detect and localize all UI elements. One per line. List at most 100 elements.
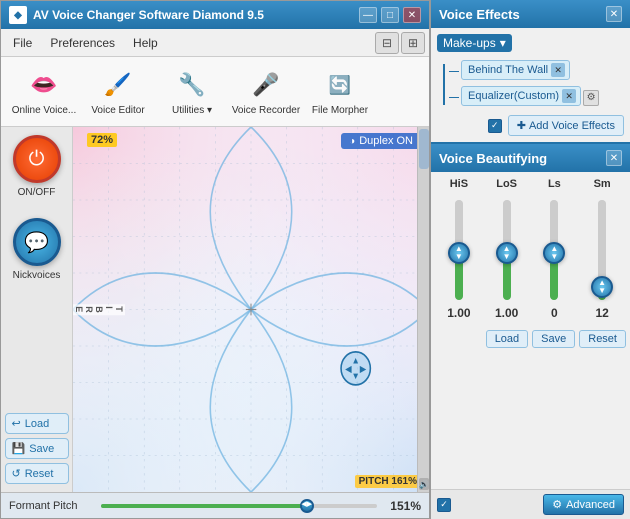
advanced-button[interactable]: ⚙ Advanced xyxy=(543,494,624,515)
vb-label-his: HiS xyxy=(450,178,468,190)
voice-effects-section: Make-ups ▾ Behind The Wall ✕ Equalizer(C… xyxy=(431,28,630,144)
effect-chip-row-1: Equalizer(Custom) ✕ ⚙ xyxy=(437,86,624,109)
voice-effects-title: Voice Effects xyxy=(439,7,606,22)
vb-save-button[interactable]: Save xyxy=(532,330,575,348)
morph-area: ▲ ▼ ◀ ▶ TIBRE 72% ◑ Duplex ON PITCH 161%… xyxy=(73,127,429,492)
toolbar-voice-recorder[interactable]: 🎤 Voice Recorder xyxy=(231,63,301,120)
vb-value-sm: 12 xyxy=(595,306,608,320)
formant-thumb[interactable]: ◀▶ xyxy=(300,499,314,513)
power-button[interactable]: ⏻ xyxy=(13,135,61,183)
morph-canvas[interactable]: ▲ ▼ ◀ ▶ xyxy=(73,127,429,492)
svg-text:▲: ▲ xyxy=(352,355,360,366)
maximize-button[interactable]: □ xyxy=(381,7,399,23)
toolbar-file-morpher[interactable]: 🔄 File Morpher xyxy=(305,63,375,120)
right-panel: Voice Effects ✕ Make-ups ▾ Behind The Wa… xyxy=(430,0,630,519)
menu-icon-group: ⊟ ⊞ xyxy=(375,32,425,54)
vb-label-ls: Ls xyxy=(548,178,561,190)
reset-icon: ↺ xyxy=(12,467,21,480)
voice-effects-close-button[interactable]: ✕ xyxy=(606,6,622,22)
svg-text:◀: ◀ xyxy=(345,363,352,374)
toolbar-voice-editor[interactable]: 🖌️ Voice Editor xyxy=(83,63,153,120)
menu-help[interactable]: Help xyxy=(125,33,166,53)
vb-close-button[interactable]: ✕ xyxy=(606,150,622,166)
tibre-percent: 72% xyxy=(87,133,117,147)
formant-thumb-icon: ◀▶ xyxy=(301,500,312,512)
vb-slider-ls: Ls ▲▼ 0 xyxy=(531,178,579,320)
vb-load-button[interactable]: Load xyxy=(486,330,528,348)
view-icon-1[interactable]: ⊟ xyxy=(375,32,399,54)
vb-label-los: LoS xyxy=(496,178,517,190)
nickvoices-button[interactable]: 💬 xyxy=(13,218,61,266)
effects-checkbox[interactable]: ✓ xyxy=(488,119,502,133)
dropdown-label: Make-ups xyxy=(443,36,496,50)
load-label: Load xyxy=(25,418,49,430)
vb-reset-button[interactable]: Reset xyxy=(579,330,626,348)
effect-chip-row-0: Behind The Wall ✕ xyxy=(437,60,624,83)
vb-thumb-arrows-los: ▲▼ xyxy=(503,245,511,261)
vb-thumb-arrows-ls: ▲▼ xyxy=(550,245,558,261)
file-morpher-icon: 🔄 xyxy=(322,67,358,103)
checkbox-wrap: ✓ xyxy=(488,119,502,133)
minimize-button[interactable]: — xyxy=(359,7,377,23)
vb-thumb-his[interactable]: ▲▼ xyxy=(448,242,470,264)
vb-thumb-ls[interactable]: ▲▼ xyxy=(543,242,565,264)
scroll-thumb[interactable] xyxy=(419,129,429,169)
voice-editor-icon: 🖌️ xyxy=(100,67,136,103)
vb-track-sm[interactable]: ▲▼ xyxy=(598,200,606,300)
effect-chip-settings-1[interactable]: ⚙ xyxy=(583,90,599,106)
toolbar-voice-editor-label: Voice Editor xyxy=(91,105,144,116)
view-icon-2[interactable]: ⊞ xyxy=(401,32,425,54)
make-ups-dropdown[interactable]: Make-ups ▾ xyxy=(437,34,512,52)
save-icon: 💾 xyxy=(12,442,26,455)
effect-chip-text-0: Behind The Wall xyxy=(468,64,548,76)
vb-action-row: Load Save Reset xyxy=(431,326,630,352)
effects-list: Behind The Wall ✕ Equalizer(Custom) ✕ ⚙ xyxy=(437,58,624,111)
vb-track-los[interactable]: ▲▼ xyxy=(503,200,511,300)
dropdown-arrow-icon: ▾ xyxy=(500,36,506,50)
vb-slider-sm: Sm ▲▼ 12 xyxy=(578,178,626,320)
pitch-label: PITCH 161% xyxy=(355,475,421,488)
online-voice-icon: 👄 xyxy=(26,67,62,103)
save-button[interactable]: 💾 Save xyxy=(5,438,69,459)
load-icon: ↩ xyxy=(12,417,21,430)
formant-label: Formant Pitch xyxy=(9,500,89,512)
vb-thumb-los[interactable]: ▲▼ xyxy=(496,242,518,264)
save-label: Save xyxy=(29,443,54,455)
toolbar-file-morpher-label: File Morpher xyxy=(312,105,368,116)
effect-chip-close-1[interactable]: ✕ xyxy=(562,89,576,103)
vb-thumb-sm[interactable]: ▲▼ xyxy=(591,276,613,298)
reset-label: Reset xyxy=(25,468,54,480)
vb-track-ls[interactable]: ▲▼ xyxy=(550,200,558,300)
duplex-badge: ◑ Duplex ON xyxy=(341,133,421,149)
vb-fill-top-sm xyxy=(598,200,606,280)
left-panel: ◆ AV Voice Changer Software Diamond 9.5 … xyxy=(0,0,430,519)
toolbar-online-voice[interactable]: 👄 Online Voice... xyxy=(9,63,79,120)
toolbar-online-voice-label: Online Voice... xyxy=(12,105,76,116)
menu-file[interactable]: File xyxy=(5,33,40,53)
add-voice-effects-button[interactable]: ✚ Add Voice Effects xyxy=(508,115,624,136)
formant-slider-track[interactable]: ◀▶ xyxy=(101,504,377,508)
vb-checkbox[interactable]: ✓ xyxy=(437,498,451,512)
svg-text:▼: ▼ xyxy=(352,371,360,382)
menu-preferences[interactable]: Preferences xyxy=(42,33,123,53)
main-area: ⏻ ON/OFF 💬 Nickvoices ↩ Load 💾 Save ↺ Re… xyxy=(1,127,429,492)
app-icon: ◆ xyxy=(9,6,27,24)
toolbar: 👄 Online Voice... 🖌️ Voice Editor 🔧 Util… xyxy=(1,57,429,127)
vb-title-bar: Voice Beautifying ✕ xyxy=(431,144,630,172)
close-button[interactable]: ✕ xyxy=(403,7,421,23)
effect-chip-close-0[interactable]: ✕ xyxy=(551,63,565,77)
formant-value: 151% xyxy=(389,499,421,513)
utilities-icon: 🔧 xyxy=(174,67,210,103)
add-effects-label: Add Voice Effects xyxy=(529,120,615,132)
add-icon: ✚ xyxy=(517,119,526,132)
toolbar-utilities-label: Utilities ▾ xyxy=(172,105,212,116)
scroll-bar[interactable]: 🔊 xyxy=(417,127,429,492)
vb-track-his[interactable]: ▲▼ xyxy=(455,200,463,300)
vb-value-his: 1.00 xyxy=(447,306,470,320)
effect-chip-text-1: Equalizer(Custom) xyxy=(468,90,559,102)
load-button[interactable]: ↩ Load xyxy=(5,413,69,434)
duplex-text: Duplex ON xyxy=(359,135,413,147)
toolbar-utilities[interactable]: 🔧 Utilities ▾ xyxy=(157,63,227,120)
advanced-icon: ⚙ xyxy=(552,498,562,511)
reset-button[interactable]: ↺ Reset xyxy=(5,463,69,484)
